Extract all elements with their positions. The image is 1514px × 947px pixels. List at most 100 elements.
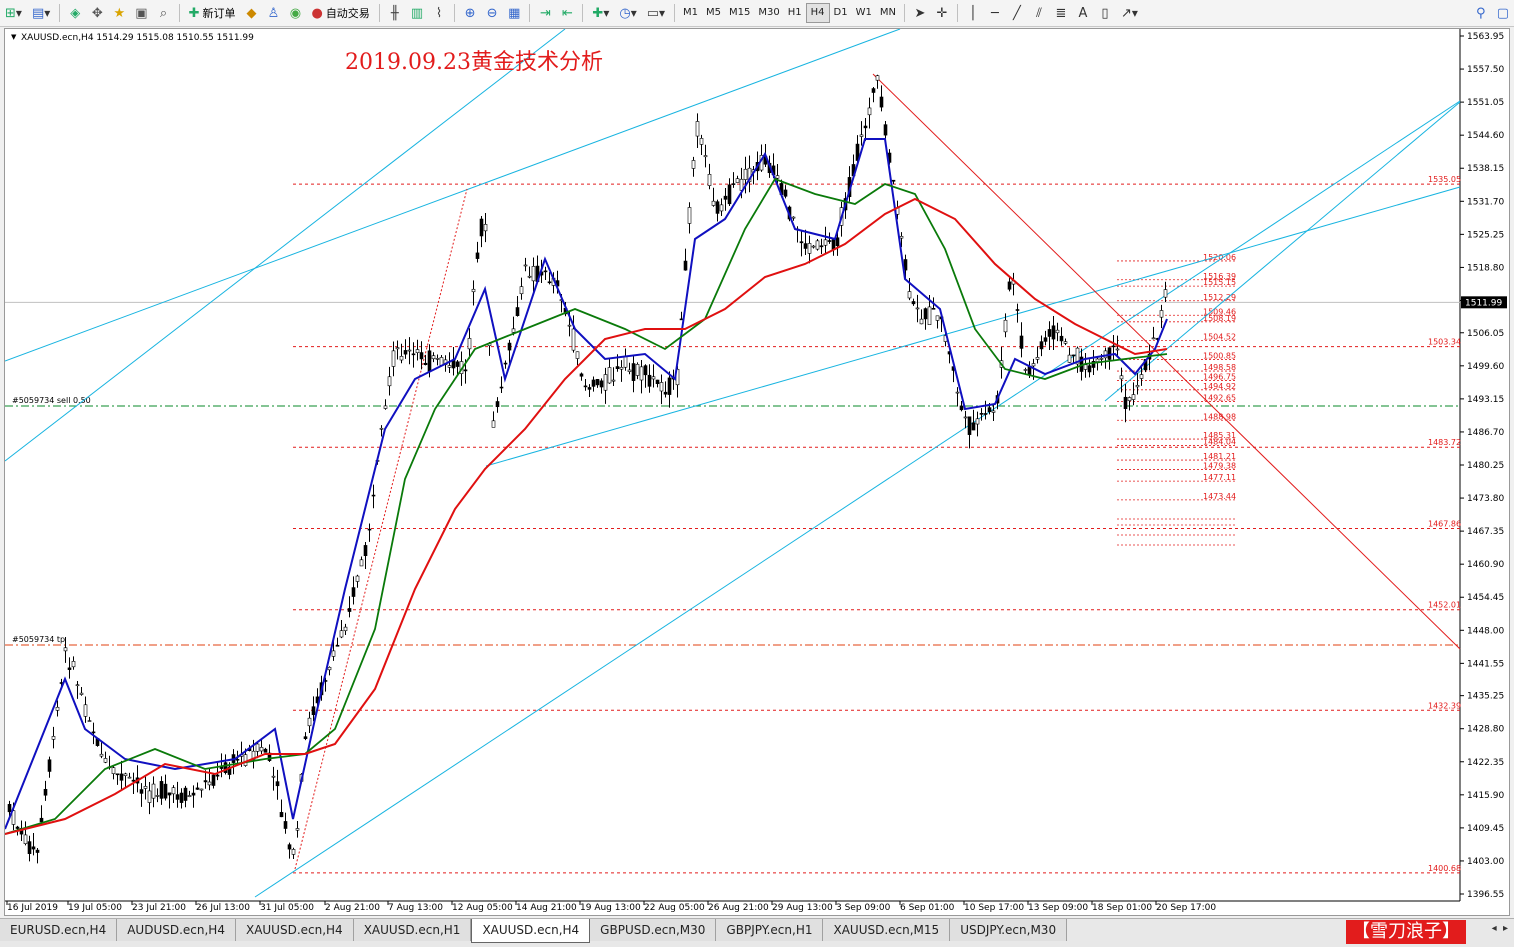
candle-body: [683, 260, 688, 271]
timeframe-w1[interactable]: W1: [852, 4, 876, 22]
candle-body: [463, 369, 468, 372]
candle-body: [87, 720, 92, 722]
candle-body: [495, 401, 500, 408]
scroll-right-icon[interactable]: ▸: [1503, 923, 1508, 934]
chart-window[interactable]: 1563.95 1557.50 1551.05 1544.60 1538.15 1531.…: [4, 28, 1510, 916]
crosshair-icon[interactable]: ✛: [933, 3, 951, 23]
zoom-in-icon[interactable]: ⊕: [461, 3, 479, 23]
candle-body: [619, 367, 624, 370]
market-icon[interactable]: ◉: [286, 3, 304, 23]
tab-xauusd-h4-active[interactable]: XAUUSD.ecn,H4: [471, 919, 591, 943]
bar-chart-icon[interactable]: ╫: [386, 3, 404, 23]
tile-windows-icon[interactable]: ▦: [505, 3, 523, 23]
fib-level-label: 1484.04: [1203, 438, 1236, 447]
market-watch-icon[interactable]: ◈: [66, 3, 84, 23]
candle-body: [967, 416, 972, 435]
arrows-icon[interactable]: ↗ ▾: [1118, 3, 1141, 23]
time-axis-label: 26 Aug 21:00: [708, 903, 769, 913]
timeframe-m5[interactable]: M5: [702, 4, 725, 22]
candle-body: [919, 318, 924, 325]
vertical-line-icon[interactable]: │: [964, 3, 982, 23]
line-chart-icon[interactable]: ⌇: [430, 3, 448, 23]
text-icon[interactable]: A: [1074, 3, 1092, 23]
candle-body: [899, 236, 904, 239]
chat-icon[interactable]: ▢: [1494, 3, 1512, 23]
timeframe-h4[interactable]: H4: [805, 3, 830, 23]
cursor-icon[interactable]: ➤: [911, 3, 929, 23]
candle-body: [911, 301, 916, 305]
candle-body: [667, 377, 672, 395]
signals-icon[interactable]: ♙: [264, 3, 282, 23]
candle-body: [659, 382, 664, 392]
candle-body: [347, 608, 352, 612]
time-axis-label: 6 Sep 01:00: [900, 903, 955, 913]
candle-body: [1003, 319, 1008, 333]
candle-body: [1007, 281, 1012, 290]
meta-editor-icon[interactable]: ◆: [242, 3, 260, 23]
candle-body: [743, 168, 748, 180]
tab-eurusd-h4[interactable]: EURUSD.ecn,H4: [0, 919, 118, 941]
candle-body: [47, 759, 52, 772]
fib-level-label: 1477.11: [1203, 473, 1236, 482]
periods-icon[interactable]: ◷ ▾: [616, 3, 639, 23]
trendline-icon[interactable]: ╱: [1008, 3, 1026, 23]
tab-scroll-arrows[interactable]: ◂ ▸: [1492, 923, 1508, 934]
timeframe-m15[interactable]: M15: [725, 4, 754, 22]
candle-body: [155, 795, 160, 797]
candle-body: [283, 821, 288, 829]
time-axis-label: 7 Aug 13:00: [388, 903, 443, 913]
profiles-icon[interactable]: ▤ ▾: [29, 3, 53, 23]
candle-body: [1071, 354, 1076, 357]
auto-trading-button[interactable]: ● 自动交易: [308, 3, 372, 23]
tab-gbpusd-m30[interactable]: GBPUSD.ecn,M30: [590, 919, 717, 941]
candle-body: [415, 349, 420, 353]
tab-xauusd-h1[interactable]: XAUUSD.ecn,H1: [353, 919, 472, 941]
price-axis-label: 1409.45: [1467, 824, 1504, 834]
chart-shift-icon[interactable]: ⇥: [536, 3, 554, 23]
tab-gbpjpy-h1[interactable]: GBPJPY.ecn,H1: [716, 919, 824, 941]
candle-body: [1039, 341, 1044, 350]
search-icon[interactable]: ⚲: [1472, 3, 1490, 23]
candle-body: [635, 364, 640, 376]
new-order-button[interactable]: ✚ 新订单: [186, 3, 239, 23]
fibonacci-icon[interactable]: ≣: [1052, 3, 1070, 23]
candle-body: [735, 178, 740, 183]
timeframe-m1[interactable]: M1: [679, 4, 702, 22]
new-chart-icon[interactable]: ⊞ ▾: [2, 3, 25, 23]
tab-usdjpy-m30[interactable]: USDJPY.ecn,M30: [950, 919, 1068, 941]
candlestick-icon[interactable]: ▥: [408, 3, 426, 23]
price-axis-label: 1435.25: [1467, 692, 1504, 702]
text-label-icon[interactable]: ▯: [1096, 3, 1114, 23]
tab-xauusd-m15[interactable]: XAUUSD.ecn,M15: [823, 919, 951, 941]
candle-body: [643, 365, 648, 376]
autoscroll-icon[interactable]: ⇤: [558, 3, 576, 23]
time-axis-label: 23 Jul 21:00: [132, 903, 186, 913]
price-chart[interactable]: 1563.95 1557.50 1551.05 1544.60 1538.15 1531.…: [5, 29, 1509, 915]
timeframe-h1[interactable]: H1: [784, 4, 806, 22]
horizontal-line-icon[interactable]: ─: [986, 3, 1004, 23]
favorites-icon[interactable]: ★: [110, 3, 128, 23]
tab-xauusd-h4[interactable]: XAUUSD.ecn,H4: [235, 919, 354, 941]
candle-body: [1123, 396, 1128, 409]
support-resistance-label: 1432.39: [1428, 701, 1461, 710]
candle-body: [1023, 369, 1028, 371]
zoom-out-icon[interactable]: ⊖: [483, 3, 501, 23]
timeframe-mn[interactable]: MN: [876, 4, 900, 22]
timeframe-m30[interactable]: M30: [754, 4, 783, 22]
candle-body: [215, 774, 220, 777]
price-axis-label: 1486.70: [1467, 428, 1504, 438]
candle-body: [99, 753, 104, 757]
channel-icon[interactable]: ⫽: [1030, 3, 1048, 23]
candle-body: [171, 787, 176, 795]
tab-audusd-h4[interactable]: AUDUSD.ecn,H4: [117, 919, 236, 941]
timeframe-d1[interactable]: D1: [830, 4, 852, 22]
navigator-icon[interactable]: ✥: [88, 3, 106, 23]
candle-body: [183, 787, 188, 801]
strategy-tester-icon[interactable]: ⌕: [155, 3, 173, 23]
templates-icon[interactable]: ▭ ▾: [644, 3, 668, 23]
scroll-left-icon[interactable]: ◂: [1492, 923, 1497, 934]
candle-body: [379, 427, 384, 430]
candle-body: [655, 379, 660, 384]
indicators-icon[interactable]: ✚ ▾: [589, 3, 612, 23]
terminal-icon[interactable]: ▣: [132, 3, 150, 23]
